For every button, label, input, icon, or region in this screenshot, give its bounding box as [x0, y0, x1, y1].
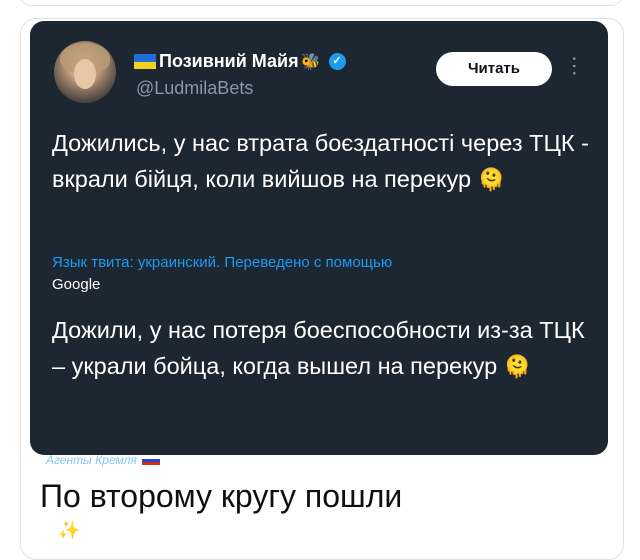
avatar[interactable]: [54, 41, 116, 103]
avatar-face: [74, 59, 96, 89]
verified-badge-icon: ✓: [328, 53, 346, 70]
google-label: Google: [52, 276, 101, 293]
previous-post-edge: [18, 0, 624, 6]
tweet-translated-text: Дожили, у нас потеря боеспособности из-з…: [52, 312, 597, 385]
russia-flag-icon: [141, 455, 160, 465]
translation-note[interactable]: Язык твита: украинский. Переведено с пом…: [52, 252, 597, 296]
original-text-body: Дожились, у нас втрата боєздатності чере…: [52, 130, 589, 192]
tweet-screenshot: Позивний Майя 🐝 ✓ @LudmilaBets Читать ··…: [30, 21, 608, 455]
tweet-original-text: Дожились, у нас втрата боєздатності чере…: [52, 125, 597, 198]
author-handle[interactable]: @LudmilaBets: [136, 78, 253, 99]
author-display-name: Позивний Майя: [159, 51, 299, 71]
sparkles-icon: ✨: [58, 520, 81, 540]
watermark: Агенты Кремля: [46, 453, 160, 467]
bee-icon: 🐝: [300, 53, 321, 71]
translation-note-text: Язык твита: украинский. Переведено с пом…: [52, 254, 393, 271]
author-name-row[interactable]: Позивний Майя 🐝 ✓: [134, 51, 346, 72]
more-vertical-icon[interactable]: ···: [563, 55, 588, 77]
ukraine-flag-icon: [134, 54, 156, 69]
post-caption: По второму кругу пошли: [40, 478, 403, 514]
watermark-text: Агенты Кремля: [46, 453, 137, 467]
melting-face-icon: 🫠: [503, 354, 532, 379]
read-button[interactable]: Читать: [436, 52, 552, 86]
melting-face-icon: 🫠: [477, 167, 506, 192]
